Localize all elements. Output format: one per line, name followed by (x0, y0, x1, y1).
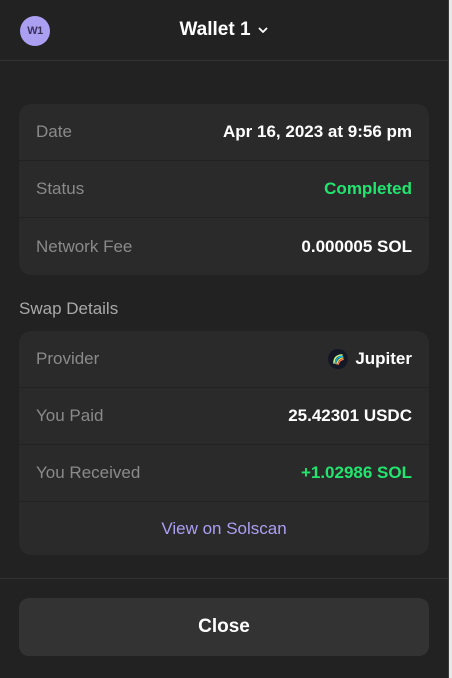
close-button[interactable]: Close (19, 598, 429, 656)
you-paid-row: You Paid 25.42301 USDC (19, 388, 429, 445)
network-fee-value: 0.000005 SOL (301, 236, 412, 256)
footer-divider (0, 578, 448, 579)
view-on-solscan-link[interactable]: View on Solscan (161, 519, 286, 539)
provider-name: Jupiter (355, 349, 412, 368)
you-received-label: You Received (36, 463, 141, 482)
provider-label: Provider (36, 349, 100, 368)
provider-row: Provider Jupiter (19, 331, 429, 388)
you-paid-value: 25.42301 USDC (288, 406, 412, 425)
chevron-down-icon (257, 24, 269, 36)
date-value: Apr 16, 2023 at 9:56 pm (223, 122, 412, 141)
solscan-link-row: View on Solscan (19, 502, 429, 555)
status-label: Status (36, 179, 85, 198)
provider-value: Jupiter (328, 349, 412, 369)
wallet-avatar[interactable]: W1 (20, 16, 50, 46)
date-label: Date (36, 122, 72, 141)
swap-details-title: Swap Details (19, 299, 119, 318)
you-paid-label: You Paid (36, 406, 104, 425)
status-value: Completed (324, 179, 412, 198)
network-fee-row: Network Fee 0.000005 SOL (19, 218, 429, 275)
summary-card: Date Apr 16, 2023 at 9:56 pm Status Comp… (19, 104, 429, 275)
status-row: Status Completed (19, 161, 429, 218)
network-fee-label: Network Fee (36, 236, 133, 256)
avatar-initials: W1 (27, 25, 43, 37)
jupiter-logo-icon (328, 349, 349, 369)
transaction-details-panel: W1 Wallet 1 Date Apr 16, 2023 at 9:56 pm… (0, 0, 452, 678)
you-received-row: You Received +1.02986 SOL (19, 445, 429, 502)
swap-details-card: Provider Jupiter You Paid 25.42301 USDC … (19, 331, 429, 555)
you-received-value: +1.02986 SOL (300, 463, 412, 482)
wallet-selector[interactable]: Wallet 1 (179, 19, 268, 41)
date-row: Date Apr 16, 2023 at 9:56 pm (19, 104, 429, 161)
header: W1 Wallet 1 (0, 0, 448, 61)
wallet-name: Wallet 1 (179, 19, 251, 40)
